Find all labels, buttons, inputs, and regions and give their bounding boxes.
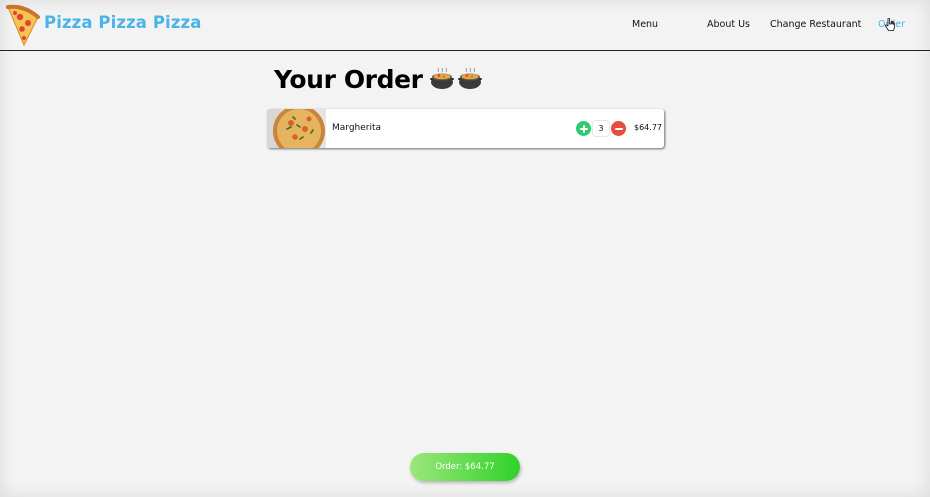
app-window: Pizza Pizza Pizza Menu About Us Change R… <box>0 0 930 497</box>
pizza-image <box>267 109 326 148</box>
item-name: Margherita <box>332 123 382 133</box>
pot-of-food-icon <box>457 67 482 89</box>
brand-name[interactable]: Pizza Pizza Pizza <box>44 13 201 32</box>
header: Pizza Pizza Pizza Menu About Us Change R… <box>0 0 930 51</box>
item-price: $64.77 <box>634 123 662 132</box>
nav-about-link[interactable]: About Us <box>707 19 750 30</box>
hand-cursor-icon <box>884 18 895 31</box>
nav-menu-link[interactable]: Menu <box>632 19 658 30</box>
page-title: Your Order <box>274 64 423 94</box>
pot-of-food-icon <box>429 67 454 89</box>
nav-change-restaurant-link[interactable]: Change Restaurant <box>770 19 861 30</box>
quantity-value[interactable]: 3 <box>592 120 610 137</box>
decrease-quantity-button[interactable] <box>611 121 626 136</box>
pizza-slice-icon[interactable] <box>4 3 40 47</box>
page-title-row: Your Order <box>274 63 483 95</box>
place-order-button[interactable]: Order: $64.77 <box>410 453 520 481</box>
order-item-card: Margherita 3 $64.77 <box>267 109 664 148</box>
increase-quantity-button[interactable] <box>576 121 591 136</box>
